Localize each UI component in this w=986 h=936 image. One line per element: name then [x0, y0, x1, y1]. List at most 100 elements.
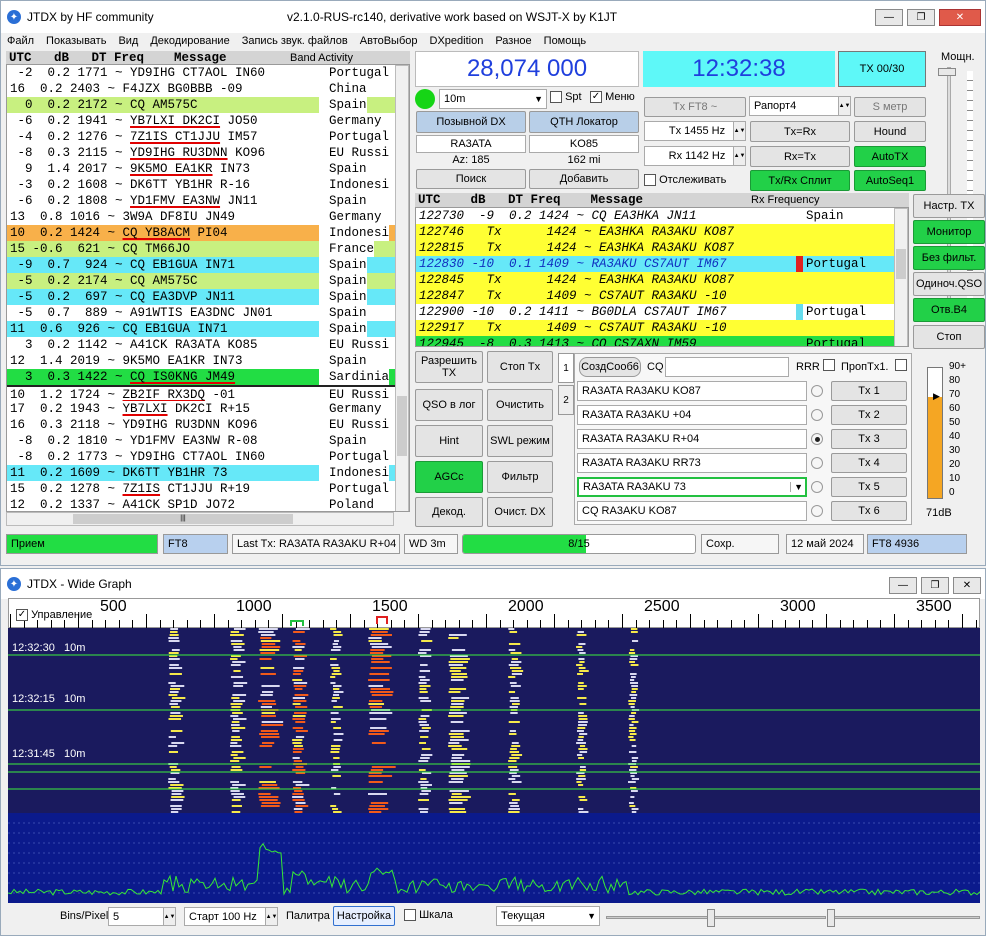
msg-tab-2[interactable]: 2 [558, 385, 574, 415]
ba-row[interactable]: 11 0.6 926 ~ CQ EB1GUA IN71 Spain [7, 321, 397, 337]
dx-call-button[interactable]: Позывной DX [416, 111, 526, 133]
menu-item-2[interactable]: Вид [112, 33, 144, 49]
enable-tx-button[interactable]: Разрешить TX [415, 351, 483, 383]
spin-arrows-icon[interactable]: ▲▼ [838, 97, 850, 115]
ba-row[interactable]: 11 0.2 1609 ~ DK6TT YB1HR 73 Indonesi [7, 465, 397, 481]
ba-row[interactable]: 16 0.2 2403 ~ F4JZX BG0BBB -09 China [7, 81, 397, 97]
close-icon[interactable]: ✕ [939, 9, 981, 26]
rx-hz-spinbox[interactable]: Rx 1142 Hz ▲▼ [644, 146, 746, 166]
tx-3-button[interactable]: Tx 3 [831, 429, 907, 449]
tx-message-field[interactable]: CQ RA3AKU KO87 [577, 501, 807, 521]
ba-row[interactable]: 13 0.8 1016 ~ 3W9A DF8IU JN49 Germany [7, 209, 397, 225]
ba-row[interactable]: 12 1.4 2019 ~ 9K5MO EA1KR IN73 Spain [7, 353, 397, 369]
spin-arrows-icon[interactable]: ▲▼ [733, 122, 745, 140]
filter-button[interactable]: Фильтр [487, 461, 553, 493]
tx-2-button[interactable]: Tx 2 [831, 405, 907, 425]
report-spinbox[interactable]: Рапорт4 ▲▼ [749, 96, 851, 116]
stop-button[interactable]: Стоп [913, 325, 985, 349]
rrr-checkbox[interactable] [823, 359, 835, 372]
rx-frequency-list[interactable]: 122730 -9 0.2 1424 ~ CQ EA3HKA JN11 Spain… [415, 207, 909, 347]
menu-item-7[interactable]: Разное [489, 33, 537, 49]
dx-grid-button[interactable]: QTH Локатор [529, 111, 639, 133]
current-select[interactable]: Текущая ▼ [496, 906, 600, 926]
ba-row[interactable]: -8 0.2 1773 ~ YD9IHG CT7AOL IN60 Portugal [7, 449, 397, 465]
rx-row[interactable]: 122945 -8 0.3 1413 ~ CQ CS7AXN IM59 Portu… [416, 336, 896, 346]
rx-row[interactable]: 122847 Tx 1409 ~ CS7AUT RA3AKU -10 [416, 288, 896, 304]
ba-row[interactable]: -5 0.2 2174 ~ CQ AM575C Spain [7, 273, 397, 289]
ba-row[interactable]: -9 0.7 924 ~ CQ EB1GUA IN71 Spain [7, 257, 397, 273]
tx-hz-spinbox[interactable]: Tx 1455 Hz ▲▼ [644, 121, 746, 141]
qso-log-button[interactable]: QSO в лог [415, 389, 483, 421]
tx-message-field[interactable]: RA3ATA RA3AKU +04 [577, 405, 807, 425]
ba-row[interactable]: -8 0.2 1810 ~ YD1FMV EA3NW R-08 Spain [7, 433, 397, 449]
tx-message-field[interactable]: RA3ATA RA3AKU 73 ▼ [577, 477, 807, 497]
ba-row[interactable]: -4 0.2 1276 ~ 7Z1IS CT1JJU IM57 Portugal [7, 129, 397, 145]
spt-checkbox[interactable]: Spt [550, 91, 582, 104]
menu-item-4[interactable]: Запись звук. файлов [236, 33, 354, 49]
gain-slider[interactable] [606, 909, 826, 927]
tx-5-button[interactable]: Tx 5 [831, 477, 907, 497]
chevron-down-icon[interactable]: ▼ [790, 482, 803, 492]
rx-row[interactable]: 122830 -10 0.1 1409 ~ RA3AKU CS7AUT IM67… [416, 256, 896, 272]
rx-row[interactable]: 122815 Tx 1424 ~ EA3HKA RA3AKU KO87 [416, 240, 896, 256]
ba-row[interactable]: 0 0.2 2172 ~ CQ AM575C Spain [7, 97, 397, 113]
maximize-icon[interactable]: ❐ [907, 9, 935, 26]
add-button[interactable]: Добавить [529, 169, 639, 189]
menu-item-8[interactable]: Помощь [538, 33, 593, 49]
decode-button[interactable]: Декод. [415, 497, 483, 527]
spin-arrows-icon[interactable]: ▲▼ [733, 147, 745, 165]
tx-message-field[interactable]: RA3ATA RA3AKU KO87 [577, 381, 807, 401]
agcc-button[interactable]: AGCc [415, 461, 483, 493]
create-msgs-button[interactable]: СоздСооб6 [579, 357, 641, 377]
reply-b4-button[interactable]: Отв.B4 [913, 298, 985, 322]
tx-select-radio[interactable] [811, 457, 823, 469]
ba-row[interactable]: 12 0.2 1337 ~ A41CK SP1D JO72 Poland [7, 497, 397, 511]
split-button[interactable]: Tx/Rx Сплит [750, 170, 850, 191]
tx-select-radio[interactable] [811, 409, 823, 421]
menu-item-1[interactable]: Показывать [40, 33, 112, 49]
control-checkbox[interactable]: ✓ Управление [16, 609, 92, 622]
tx-4-button[interactable]: Tx 4 [831, 453, 907, 473]
hint-button[interactable]: Hint [415, 425, 483, 457]
zero-slider[interactable] [827, 909, 980, 927]
adjust-button[interactable]: Настройка [333, 906, 395, 926]
swl-button[interactable]: SWL режим [487, 425, 553, 457]
tx-select-radio[interactable] [811, 481, 823, 493]
stop-tx-button[interactable]: Стоп Tx [487, 351, 553, 383]
tx-select-radio[interactable] [811, 385, 823, 397]
clear-button[interactable]: Очистить [487, 389, 553, 421]
msg-tab-1[interactable]: 1 [558, 353, 574, 383]
maximize-icon[interactable]: ❐ [921, 577, 949, 594]
band-activity-list[interactable]: -2 0.2 1771 ~ YD9IHG CT7AOL IN60 Portugal… [6, 64, 410, 512]
ba-row[interactable]: 10 0.2 1424 ~ CQ YB8ACM PI04 Indonesi [7, 225, 397, 241]
no-filter-button[interactable]: Без фильт. [913, 246, 985, 270]
tx-mode-button[interactable]: Tx FT8 ~ [644, 97, 746, 117]
rx-row[interactable]: 122900 -10 0.2 1411 ~ BG0DLA CS7AUT IM67… [416, 304, 896, 320]
track-checkbox[interactable]: Отслеживать [644, 174, 726, 187]
tx-select-radio[interactable] [811, 505, 823, 517]
ba-row[interactable]: -3 0.2 1608 ~ DK6TT YB1HR R-16 Indonesi [7, 177, 397, 193]
smeter-button[interactable]: S метр [854, 97, 926, 117]
ba-row[interactable]: 17 0.2 1943 ~ YB7LXI DK2CI R+15 Germany [7, 401, 397, 417]
menu-item-3[interactable]: Декодирование [144, 33, 235, 49]
rx-row[interactable]: 122746 Tx 1424 ~ EA3HKA RA3AKU KO87 [416, 224, 896, 240]
dx-call-field[interactable]: RA3ATA [416, 135, 526, 153]
tx-message-field[interactable]: RA3ATA RA3AKU RR73 [577, 453, 807, 473]
menu-item-6[interactable]: DXpedition [424, 33, 490, 49]
start-spinbox[interactable]: Старт 100 Hz ▲▼ [184, 907, 278, 926]
single-qso-button[interactable]: Одиноч.QSO [913, 272, 985, 296]
band-activity-hscroll[interactable]: ||| [6, 512, 394, 526]
ba-row[interactable]: 10 1.2 1724 ~ ZB2IF RX3DQ -01 EU Russi [7, 385, 397, 403]
rx-row[interactable]: 122917 Tx 1409 ~ CS7AUT RA3AKU -10 [416, 320, 896, 336]
ba-row[interactable]: 9 1.4 2017 ~ 9K5MO EA1KR IN73 Spain [7, 161, 397, 177]
ba-row[interactable]: 3 0.3 1422 ~ CQ IS0KNG JM49 Sardinia [7, 369, 397, 385]
tx-message-field[interactable]: RA3ATA RA3AKU R+04 [577, 429, 807, 449]
rx-eq-tx-button[interactable]: Rx=Tx [750, 146, 850, 167]
menu-item-0[interactable]: Файл [1, 33, 40, 49]
dx-grid-field[interactable]: KO85 [529, 135, 639, 153]
scale-checkbox[interactable]: Шкала [404, 909, 453, 922]
ba-row[interactable]: -6 0.2 1808 ~ YD1FMV EA3NW JN11 Spain [7, 193, 397, 209]
rx-row[interactable]: 122845 Tx 1424 ~ EA3HKA RA3AKU KO87 [416, 272, 896, 288]
menu-item-5[interactable]: АвтоВыбор [354, 33, 424, 49]
ba-row[interactable]: 16 0.3 2118 ~ YD9IHG RU3DNN KO96 EU Russi [7, 417, 397, 433]
